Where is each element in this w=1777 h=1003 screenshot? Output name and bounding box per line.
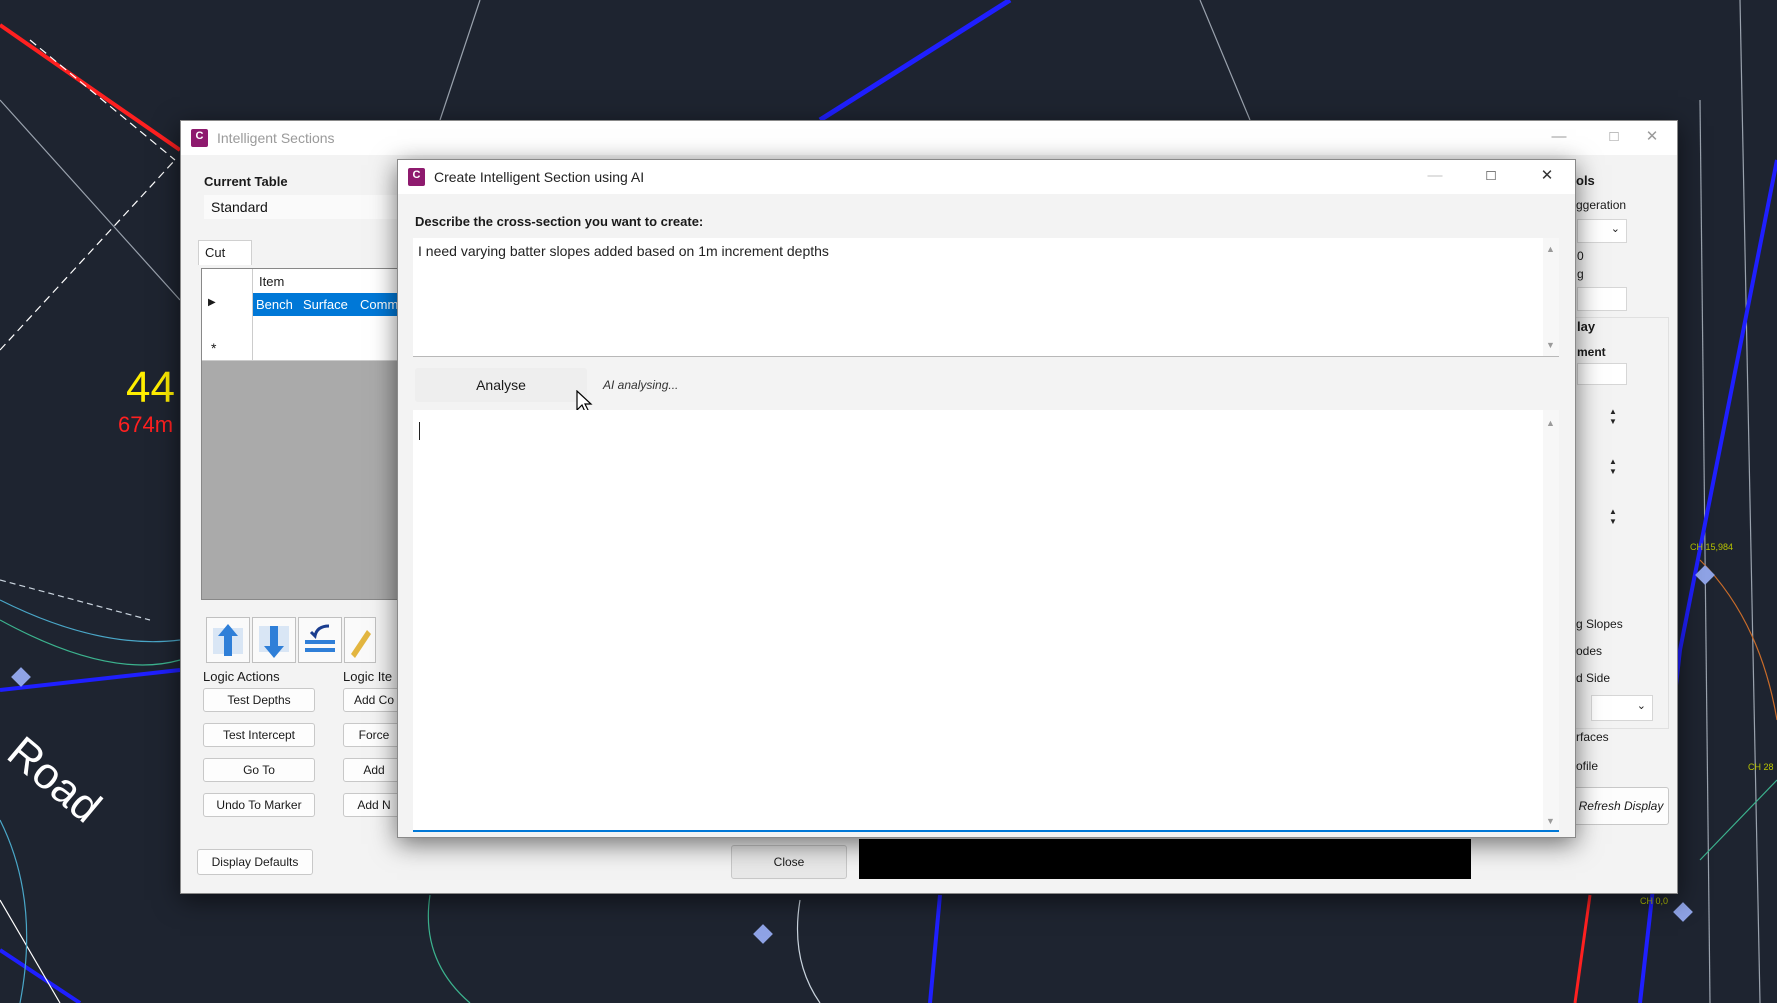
prompt-textarea[interactable]: I need varying batter slopes added based… bbox=[413, 238, 1559, 357]
cad-label-distance: 674m bbox=[118, 412, 173, 437]
table-row[interactable] bbox=[202, 316, 402, 339]
table-row[interactable]: ▶ Bench Surface Comm bbox=[202, 293, 402, 317]
prompt-label: Describe the cross-section you want to c… bbox=[415, 214, 704, 229]
row-indicator-icon: ▶ bbox=[208, 297, 216, 308]
cad-road-text: Road bbox=[0, 727, 110, 832]
move-down-button[interactable] bbox=[252, 617, 296, 663]
analysis-status: AI analysing... bbox=[603, 378, 679, 392]
exaggeration-label: ggeration bbox=[1576, 198, 1627, 212]
ai-output-textarea[interactable]: ▲ ▼ bbox=[413, 410, 1559, 832]
force-button[interactable]: Force bbox=[343, 723, 405, 747]
spinner-3[interactable]: ▲ ▼ bbox=[1605, 507, 1621, 529]
grid-cell-1[interactable]: Bench bbox=[256, 297, 293, 312]
grid-cell-3[interactable]: Comm bbox=[360, 297, 398, 312]
close-window-button[interactable]: ✕ bbox=[1629, 121, 1675, 153]
scroll-down-icon[interactable]: ▼ bbox=[1546, 340, 1555, 350]
side-label: d Side bbox=[1576, 671, 1611, 685]
spinner-1[interactable]: ▲ ▼ bbox=[1605, 407, 1621, 429]
refresh-display-button[interactable]: Refresh Display bbox=[1573, 787, 1669, 825]
app-icon: C bbox=[408, 168, 425, 186]
tools-heading: ols bbox=[1576, 173, 1595, 188]
scroll-down-icon[interactable]: ▼ bbox=[1546, 816, 1555, 826]
chevron-down-icon: ⌄ bbox=[1636, 700, 1646, 712]
go-to-button[interactable]: Go To bbox=[203, 758, 315, 782]
current-table-select[interactable]: Standard bbox=[204, 195, 404, 219]
refresh-display-label: Refresh Display bbox=[1578, 799, 1664, 813]
move-down-icon bbox=[259, 626, 289, 658]
test-intercept-button[interactable]: Test Intercept bbox=[203, 723, 315, 747]
cad-chainage-3: CH 0,0 bbox=[1640, 896, 1668, 906]
cad-chainage-2: CH 28 bbox=[1748, 762, 1774, 772]
cad-label-number: 44 bbox=[126, 363, 175, 412]
main-title-bar[interactable]: C Intelligent Sections — □ ✕ bbox=[181, 121, 1677, 155]
surfaces-checkbox[interactable]: rfaces bbox=[1576, 730, 1609, 744]
add-marker-button[interactable]: Add N bbox=[343, 793, 405, 817]
edit-button[interactable] bbox=[344, 617, 376, 663]
text-field-top[interactable] bbox=[1577, 287, 1627, 311]
alignment-label: ment bbox=[1577, 345, 1606, 359]
value-zero: 0 bbox=[1577, 249, 1584, 263]
status-bar-black bbox=[859, 839, 1471, 879]
exaggeration-select[interactable]: ⌄ bbox=[1577, 219, 1627, 243]
indent-icon bbox=[305, 624, 335, 652]
add-item-button[interactable]: Add bbox=[343, 758, 405, 782]
chevron-down-icon: ⌄ bbox=[1610, 223, 1620, 235]
dialog-title: Create Intelligent Section using AI bbox=[434, 169, 645, 185]
test-depths-button[interactable]: Test Depths bbox=[203, 688, 315, 712]
close-button[interactable]: Close bbox=[731, 845, 847, 879]
current-table-label: Current Table bbox=[204, 174, 288, 189]
grid-header-item: Item bbox=[259, 274, 285, 289]
logic-grid[interactable]: Item ▶ Bench Surface Comm * bbox=[201, 268, 403, 600]
grid-cell-2[interactable]: Surface bbox=[303, 297, 348, 312]
indent-button[interactable] bbox=[298, 617, 342, 663]
current-table-value: Standard bbox=[211, 199, 268, 215]
tab-cut-label: Cut bbox=[205, 245, 226, 260]
nodes-checkbox[interactable]: odes bbox=[1576, 644, 1602, 658]
minimize-button[interactable]: — bbox=[1536, 121, 1582, 153]
dialog-maximize-button[interactable]: □ bbox=[1468, 160, 1514, 192]
prompt-scrollbar[interactable]: ▲ ▼ bbox=[1543, 238, 1559, 356]
batter-slopes-checkbox[interactable]: g Slopes bbox=[1576, 617, 1623, 631]
tab-cut[interactable]: Cut bbox=[198, 240, 252, 265]
undo-to-marker-button[interactable]: Undo To Marker bbox=[203, 793, 315, 817]
analyse-button[interactable]: Analyse bbox=[415, 368, 587, 402]
profile-checkbox[interactable]: ofile bbox=[1576, 759, 1598, 773]
output-scrollbar[interactable]: ▲ ▼ bbox=[1543, 410, 1559, 830]
logic-actions-label: Logic Actions bbox=[203, 669, 280, 684]
move-up-icon bbox=[213, 624, 243, 656]
scroll-up-icon[interactable]: ▲ bbox=[1546, 418, 1555, 428]
display-heading: lay bbox=[1577, 319, 1596, 334]
analyse-label: Analyse bbox=[476, 377, 526, 393]
new-row-icon: * bbox=[211, 340, 217, 356]
dialog-close-button[interactable]: ✕ bbox=[1524, 160, 1570, 192]
dialog-title-bar[interactable]: C Create Intelligent Section using AI — … bbox=[398, 160, 1575, 194]
table-row-new[interactable]: * bbox=[202, 338, 402, 361]
display-defaults-button[interactable]: Display Defaults bbox=[197, 849, 313, 875]
pencil-icon bbox=[351, 630, 371, 658]
dialog-minimize-button[interactable]: — bbox=[1412, 160, 1458, 192]
spinner-2[interactable]: ▲ ▼ bbox=[1605, 457, 1621, 479]
move-up-button[interactable] bbox=[206, 617, 250, 663]
prompt-text: I need varying batter slopes added based… bbox=[418, 243, 829, 259]
label-g: g bbox=[1577, 267, 1584, 281]
side-select[interactable]: ⌄ bbox=[1591, 695, 1653, 721]
logic-items-label: Logic Ite bbox=[343, 669, 393, 684]
text-caret bbox=[419, 422, 420, 440]
main-window-title: Intelligent Sections bbox=[217, 130, 335, 146]
cad-chainage-1: CH 15,984 bbox=[1690, 542, 1733, 552]
ai-section-dialog: C Create Intelligent Section using AI — … bbox=[397, 159, 1576, 838]
app-icon: C bbox=[191, 129, 208, 147]
alignment-field[interactable] bbox=[1577, 363, 1627, 385]
add-condition-button[interactable]: Add Co bbox=[343, 688, 405, 712]
scroll-up-icon[interactable]: ▲ bbox=[1546, 244, 1555, 254]
